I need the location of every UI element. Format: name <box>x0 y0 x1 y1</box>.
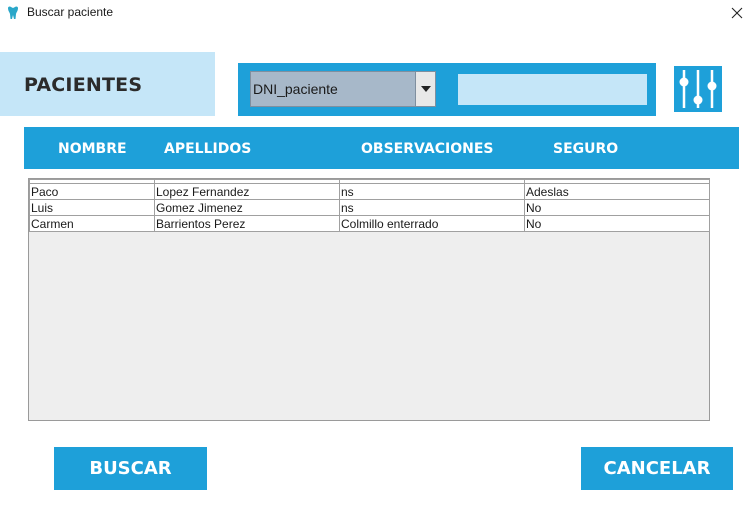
buscar-paciente-window: Buscar paciente PACIENTES DNI_paciente N… <box>0 0 751 507</box>
patients-grid: Paco Lopez Fernandez ns Adeslas Luis Gom… <box>29 179 710 232</box>
chevron-down-icon <box>420 86 431 92</box>
pacientes-panel: PACIENTES <box>0 52 215 116</box>
cell-apellidos[interactable]: Lopez Fernandez <box>154 183 340 200</box>
close-button[interactable] <box>726 2 748 24</box>
filter-button[interactable] <box>674 66 722 112</box>
table-row[interactable]: Carmen Barrientos Perez Colmillo enterra… <box>29 215 710 232</box>
cell-apellidos[interactable]: Gomez Jimenez <box>154 199 340 216</box>
column-header-nombre: NOMBRE <box>58 141 127 157</box>
cell-nombre[interactable]: Paco <box>29 183 155 200</box>
cell-observaciones[interactable]: ns <box>339 199 525 216</box>
search-field-select[interactable]: DNI_paciente <box>250 71 436 107</box>
column-header-observaciones: OBSERVACIONES <box>361 141 494 157</box>
tooth-icon <box>8 6 18 20</box>
dropdown-button[interactable] <box>415 72 435 106</box>
cell-apellidos[interactable]: Barrientos Perez <box>154 215 340 232</box>
search-input[interactable] <box>458 74 647 105</box>
page-title: PACIENTES <box>24 74 143 96</box>
table-row[interactable]: Paco Lopez Fernandez ns Adeslas <box>29 183 710 200</box>
column-header-seguro: SEGURO <box>553 141 619 157</box>
cell-seguro[interactable]: Adeslas <box>524 183 710 200</box>
cell-observaciones[interactable]: Colmillo enterrado <box>339 215 525 232</box>
sliders-icon <box>679 70 717 108</box>
title-bar: Buscar paciente <box>0 0 751 28</box>
cancelar-button[interactable]: CANCELAR <box>581 447 733 490</box>
cell-seguro[interactable]: No <box>524 199 710 216</box>
cell-observaciones[interactable]: ns <box>339 183 525 200</box>
search-field-selected-value: DNI_paciente <box>253 81 338 97</box>
cell-seguro[interactable]: No <box>524 215 710 232</box>
cell-nombre[interactable]: Luis <box>29 199 155 216</box>
column-header-bar: NOMBRE APELLIDOS OBSERVACIONES SEGURO <box>24 127 739 169</box>
buscar-button[interactable]: BUSCAR <box>54 447 207 490</box>
search-panel: DNI_paciente <box>238 63 656 116</box>
cell-nombre[interactable]: Carmen <box>29 215 155 232</box>
close-icon <box>731 7 743 19</box>
column-header-apellidos: APELLIDOS <box>164 141 252 157</box>
window-title: Buscar paciente <box>27 5 114 19</box>
patients-table[interactable]: Paco Lopez Fernandez ns Adeslas Luis Gom… <box>28 178 710 421</box>
table-row[interactable]: Luis Gomez Jimenez ns No <box>29 199 710 216</box>
